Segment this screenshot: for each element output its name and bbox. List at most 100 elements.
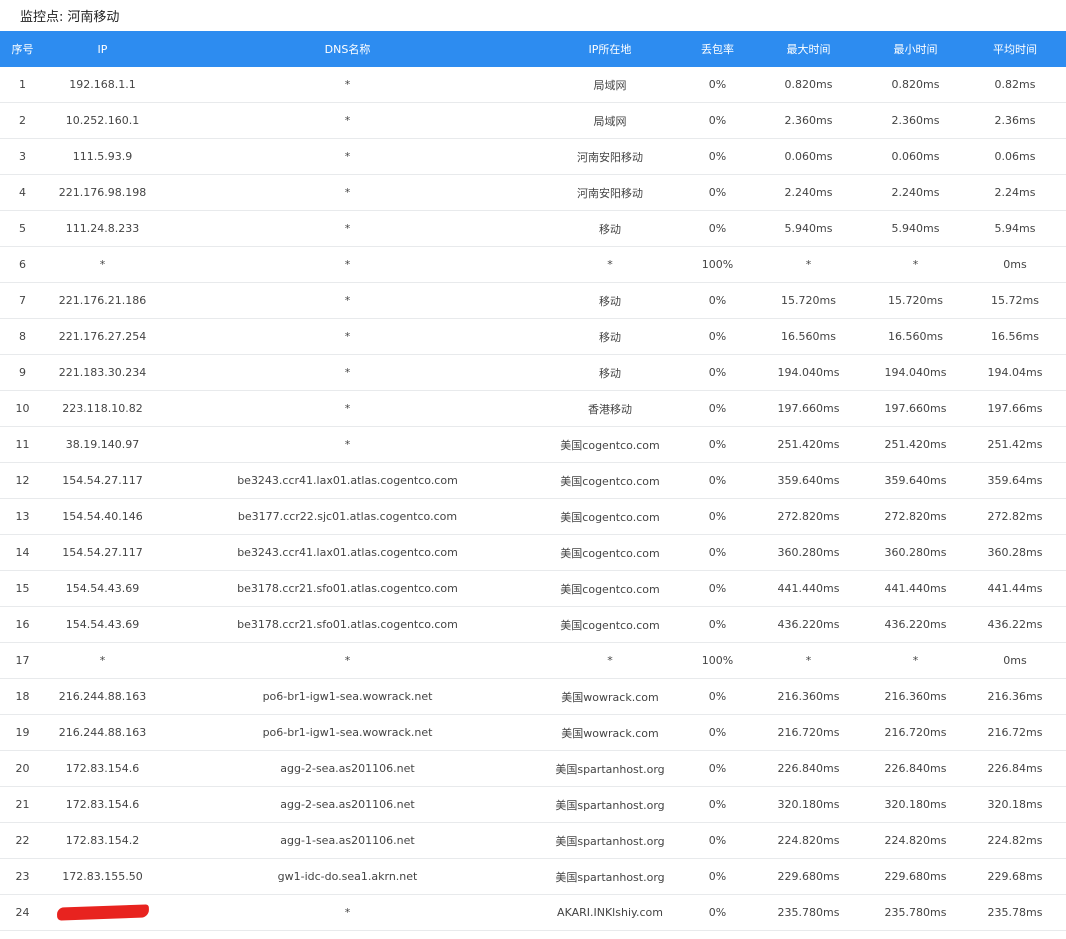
ip-location-cell: 美国cogentco.com (535, 570, 685, 607)
table-row: 24 * AKARI.INKlshiy.com 0% 235.780ms 235.780m… (0, 894, 1066, 931)
ip-location-cell: AKARI.INKlshiy.com (535, 894, 685, 931)
table-row: 4 221.176.98.198 * 河南安阳移动 0% 2.240ms 2.240ms 2.… (0, 174, 1066, 211)
monitor-point-label: 监控点: (20, 10, 64, 25)
monitor-point-header: 监控点: 河南移动 (0, 0, 1066, 31)
ip-cell: 192.168.1.1 (45, 67, 160, 103)
packet-loss-cell: 0% (685, 102, 750, 139)
ip-cell: 154.54.27.117 (45, 462, 160, 499)
max-time-cell: 197.660ms (750, 390, 867, 427)
packet-loss-cell: 0% (685, 714, 750, 751)
table-header: 序号 IP DNS名称 IP所在地 丢包率 最大时间 最小时间 平均时间 (0, 31, 1066, 67)
max-time-cell: 229.680ms (750, 858, 867, 895)
packet-loss-cell: 0% (685, 570, 750, 607)
avg-time-cell: 216.36ms (964, 678, 1066, 715)
column-header-hop: 序号 (0, 31, 45, 67)
min-time-cell: 224.820ms (867, 822, 964, 859)
column-header-avg-time: 平均时间 (964, 31, 1066, 67)
dns-name-cell: gw1-idc-do.sea1.akrn.net (160, 858, 535, 895)
dns-name-cell: * (160, 426, 535, 463)
packet-loss-cell: 0% (685, 210, 750, 247)
avg-time-cell: 235.78ms (964, 894, 1066, 931)
column-header-max-time: 最大时间 (750, 31, 867, 67)
ip-location-cell: * (535, 246, 685, 283)
avg-time-cell: 360.28ms (964, 534, 1066, 571)
ip-location-cell: 美国spartanhost.org (535, 822, 685, 859)
avg-time-cell: 272.82ms (964, 498, 1066, 535)
min-time-cell: 272.820ms (867, 498, 964, 535)
ip-cell (45, 894, 160, 931)
hop-number-cell: 9 (0, 354, 45, 391)
avg-time-cell: 359.64ms (964, 462, 1066, 499)
table-header-row: 序号 IP DNS名称 IP所在地 丢包率 最大时间 最小时间 平均时间 (0, 31, 1066, 67)
ip-location-cell: 美国wowrack.com (535, 678, 685, 715)
avg-time-cell: 436.22ms (964, 606, 1066, 643)
redaction-mark (56, 904, 149, 921)
ip-cell: * (45, 642, 160, 679)
hop-number-cell: 10 (0, 390, 45, 427)
packet-loss-cell: 0% (685, 318, 750, 355)
column-header-location: IP所在地 (535, 31, 685, 67)
max-time-cell: 0.060ms (750, 138, 867, 175)
ip-location-cell: 美国cogentco.com (535, 426, 685, 463)
ip-cell: 172.83.154.2 (45, 822, 160, 859)
avg-time-cell: 320.18ms (964, 786, 1066, 823)
min-time-cell: 235.780ms (867, 894, 964, 931)
table-row: 15 154.54.43.69 be3178.ccr21.sfo01.atlas.c… (0, 570, 1066, 607)
ip-cell: 172.83.154.6 (45, 786, 160, 823)
max-time-cell: 216.360ms (750, 678, 867, 715)
ip-cell: 111.24.8.233 (45, 210, 160, 247)
ip-cell: 154.54.27.117 (45, 534, 160, 571)
max-time-cell: 2.240ms (750, 174, 867, 211)
table-row: 6 * * * 100% * * 0ms (0, 246, 1066, 283)
packet-loss-cell: 100% (685, 642, 750, 679)
min-time-cell: 5.940ms (867, 210, 964, 247)
dns-name-cell: * (160, 210, 535, 247)
dns-name-cell: be3178.ccr21.sfo01.atlas.cogentco.com (160, 570, 535, 607)
table-row: 23 172.83.155.50 gw1-idc-do.sea1.akrn.net 美… (0, 858, 1066, 895)
ip-location-cell: 美国wowrack.com (535, 714, 685, 751)
avg-time-cell: 0ms (964, 642, 1066, 679)
table-row: 19 216.244.88.163 po6-br1-igw1-sea.wowrack… (0, 714, 1066, 751)
hop-number-cell: 19 (0, 714, 45, 751)
avg-time-cell: 2.36ms (964, 102, 1066, 139)
ip-location-cell: 河南安阳移动 (535, 174, 685, 211)
table-row: 5 111.24.8.233 * 移动 0% 5.940ms 5.940ms 5.94ms (0, 210, 1066, 247)
hop-number-cell: 23 (0, 858, 45, 895)
dns-name-cell: * (160, 67, 535, 103)
ip-location-cell: 美国cogentco.com (535, 534, 685, 571)
table-row: 18 216.244.88.163 po6-br1-igw1-sea.wowrack… (0, 678, 1066, 715)
ip-cell: * (45, 246, 160, 283)
ip-location-cell: 香港移动 (535, 390, 685, 427)
ip-location-cell: * (535, 642, 685, 679)
ip-cell: 10.252.160.1 (45, 102, 160, 139)
hop-number-cell: 22 (0, 822, 45, 859)
min-time-cell: 0.820ms (867, 67, 964, 103)
table-row: 1 192.168.1.1 * 局域网 0% 0.820ms 0.820ms 0.82ms (0, 67, 1066, 103)
ip-location-cell: 美国cogentco.com (535, 498, 685, 535)
min-time-cell: 359.640ms (867, 462, 964, 499)
table-row: 8 221.176.27.254 * 移动 0% 16.560ms 16.560ms 16.5… (0, 318, 1066, 355)
max-time-cell: * (750, 246, 867, 283)
max-time-cell: 320.180ms (750, 786, 867, 823)
packet-loss-cell: 0% (685, 534, 750, 571)
table-row: 21 172.83.154.6 agg-2-sea.as201106.net 美国sp… (0, 786, 1066, 823)
avg-time-cell: 194.04ms (964, 354, 1066, 391)
min-time-cell: 194.040ms (867, 354, 964, 391)
min-time-cell: 251.420ms (867, 426, 964, 463)
table-row: 9 221.183.30.234 * 移动 0% 194.040ms 194.040ms 19… (0, 354, 1066, 391)
table-row: 7 221.176.21.186 * 移动 0% 15.720ms 15.720ms 15.7… (0, 282, 1066, 319)
min-time-cell: 226.840ms (867, 750, 964, 787)
min-time-cell: 216.720ms (867, 714, 964, 751)
dns-name-cell: * (160, 318, 535, 355)
table-row: 14 154.54.27.117 be3243.ccr41.lax01.atlas.… (0, 534, 1066, 571)
hop-number-cell: 7 (0, 282, 45, 319)
ip-location-cell: 移动 (535, 210, 685, 247)
max-time-cell: 436.220ms (750, 606, 867, 643)
min-time-cell: 436.220ms (867, 606, 964, 643)
ip-location-cell: 美国spartanhost.org (535, 750, 685, 787)
hop-number-cell: 14 (0, 534, 45, 571)
hop-number-cell: 20 (0, 750, 45, 787)
hop-number-cell: 5 (0, 210, 45, 247)
hop-number-cell: 15 (0, 570, 45, 607)
ip-cell: 216.244.88.163 (45, 714, 160, 751)
